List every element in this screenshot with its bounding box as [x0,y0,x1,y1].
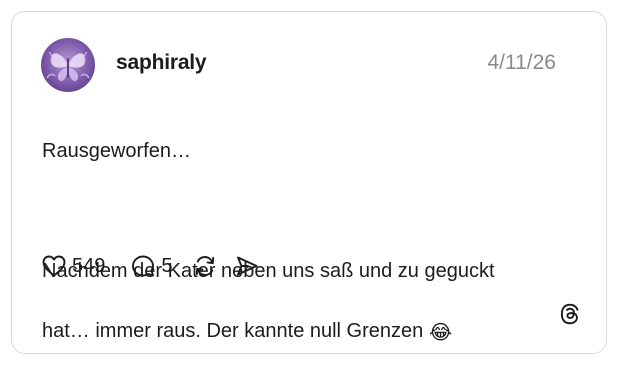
comment-icon [132,255,155,277]
butterfly-avatar-icon [46,51,90,82]
threads-logo-icon[interactable] [558,302,582,326]
repost-button[interactable] [193,254,217,278]
heart-icon [42,255,66,277]
repost-icon [195,256,214,276]
post-text-line: hat… immer raus. Der kannte null Grenzen [42,320,424,342]
post-text-line-last: hat… immer raus. Der kannte null Grenzen… [42,316,572,346]
reply-count: 5 [161,254,173,277]
username[interactable]: saphiraly [116,51,207,75]
reply-button[interactable]: 5 [131,254,173,278]
action-bar: 549 5 [42,251,259,281]
laughing-emoji-icon: 😂 [428,322,453,344]
post-text: Rausgeworfen… Nachdem der Kater neben un… [42,106,572,376]
share-button[interactable] [235,255,259,277]
like-count: 549 [72,254,106,277]
like-button[interactable]: 549 [42,255,105,278]
avatar[interactable] [41,38,95,92]
send-icon [236,256,257,276]
post-text-line: Rausgeworfen… [42,140,191,162]
threads-logo-glyph [560,303,579,325]
post-date: 4/11/26 [487,51,556,74]
